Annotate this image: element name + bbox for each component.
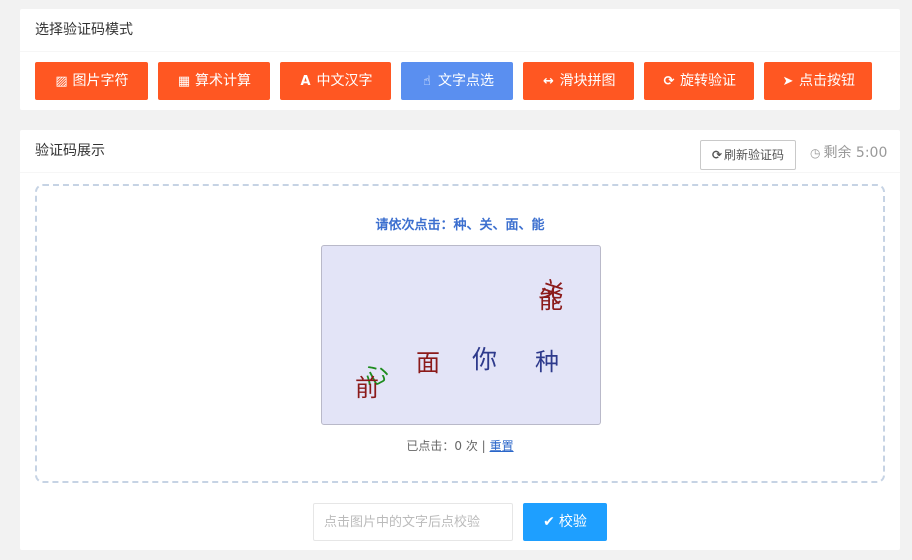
answer-input[interactable] xyxy=(313,503,513,541)
mode-button-label: 算术计算 xyxy=(195,73,251,89)
captcha-char-ni[interactable]: 你 xyxy=(472,347,497,372)
mode-button-label: 中文汉字 xyxy=(316,73,373,89)
captcha-char-zhong[interactable]: 种 xyxy=(535,350,559,374)
reset-link[interactable]: 重置 xyxy=(490,439,514,453)
mode-button-label: 点击按钮 xyxy=(799,73,855,89)
refresh-icon: ⟳ xyxy=(711,148,723,162)
rotate-icon: ⟳ xyxy=(663,74,675,89)
mode-button-label: 滑块拼图 xyxy=(559,73,616,89)
mode-button-image-chars[interactable]: ▨ 图片字符 xyxy=(35,62,148,100)
mode-card: 选择验证码模式 ▨ 图片字符 ▦ 算术计算 A 中文汉字 ☝ 文字点选 ↔ 滑块拼图 ⟳ 旋… xyxy=(20,9,900,110)
mode-button-slider-puzzle[interactable]: ↔ 滑块拼图 xyxy=(523,62,634,100)
mode-button-text-click[interactable]: ☝ 文字点选 xyxy=(401,62,513,100)
font-icon: A xyxy=(300,74,311,89)
refresh-label: 刷新验证码 xyxy=(724,148,785,162)
captcha-card: 验证码展示 ⟳ 刷新验证码 ◷ 剩余 5:00 请依次点击：种、关、面、能 关 能 … xyxy=(20,130,900,550)
refresh-captcha-button[interactable]: ⟳ 刷新验证码 xyxy=(700,140,796,170)
mode-button-rotate[interactable]: ⟳ 旋转验证 xyxy=(644,62,754,100)
captcha-char-neng[interactable]: 能 xyxy=(539,288,563,312)
verify-label: 校验 xyxy=(558,514,587,530)
mode-card-title: 选择验证码模式 xyxy=(20,9,900,52)
mode-button-arithmetic[interactable]: ▦ 算术计算 xyxy=(158,62,270,100)
verify-button[interactable]: ✔ 校验 xyxy=(523,503,607,541)
calculator-icon: ▦ xyxy=(177,74,191,89)
captcha-area: 请依次点击：种、关、面、能 关 能 面 你 种 心 前 已点击：0 次 | 重置 xyxy=(35,184,885,483)
captcha-image[interactable]: 关 能 面 你 种 心 前 xyxy=(321,245,601,425)
check-icon: ✔ xyxy=(543,514,555,530)
timer-text: 剩余 5:00 xyxy=(823,145,888,161)
arrows-horizontal-icon: ↔ xyxy=(543,74,554,89)
mode-button-label: 文字点选 xyxy=(438,73,494,89)
mode-button-click-button[interactable]: ➤ 点击按钮 xyxy=(764,62,872,100)
captcha-char-mian[interactable]: 面 xyxy=(416,351,440,375)
mode-button-chinese-chars[interactable]: A 中文汉字 xyxy=(280,62,391,100)
mode-button-label: 旋转验证 xyxy=(680,73,736,89)
clock-icon: ◷ xyxy=(810,146,821,160)
cursor-icon: ➤ xyxy=(782,74,794,89)
image-icon: ▨ xyxy=(55,74,68,89)
captcha-char-qian[interactable]: 前 xyxy=(355,376,379,400)
click-count-text: 已点击：0 次 | xyxy=(406,439,486,453)
click-count-info: 已点击：0 次 | 重置 xyxy=(37,437,883,454)
countdown-timer: ◷ 剩余 5:00 xyxy=(810,130,887,176)
hand-pointer-icon: ☝ xyxy=(423,74,431,89)
mode-button-label: 图片字符 xyxy=(72,73,129,89)
click-prompt: 请依次点击：种、关、面、能 xyxy=(375,218,545,233)
